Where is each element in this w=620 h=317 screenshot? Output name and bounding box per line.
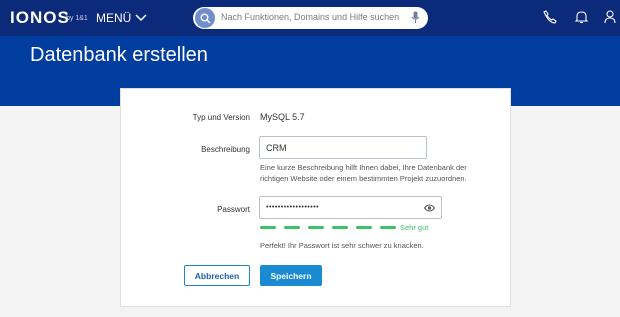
menu-button[interactable]: MENÜ (96, 11, 147, 25)
strength-segment (260, 226, 276, 229)
password-message: Perfekt! Ihr Passwort ist sehr schwer zu… (260, 241, 424, 250)
chevron-down-icon (135, 14, 147, 22)
password-strength-meter: Sehr gut (260, 223, 428, 232)
cancel-button[interactable]: Abbrechen (184, 265, 250, 286)
password-strength-label: Sehr gut (400, 223, 429, 232)
create-database-form: Typ und Version MySQL 5.7 Beschreibung C… (120, 88, 511, 307)
save-button[interactable]: Speichern (260, 265, 322, 286)
user-icon[interactable] (604, 10, 616, 24)
search-bar[interactable]: Nach Funktionen, Domains und Hilfe suche… (193, 7, 428, 29)
strength-segment (284, 226, 300, 229)
description-field[interactable]: CRM (259, 136, 427, 159)
ionos-logo[interactable]: IONOS (10, 8, 70, 28)
phone-icon[interactable] (543, 10, 557, 24)
password-field[interactable]: •••••••••••••••••• (259, 196, 442, 219)
search-icon[interactable] (195, 8, 215, 28)
strength-segment (332, 226, 348, 229)
strength-segment (356, 226, 372, 229)
strength-segment (308, 226, 324, 229)
page-title: Datenbank erstellen (30, 44, 208, 66)
description-hint: Eine kurze Beschreibung hilft Ihnen dabe… (260, 162, 467, 184)
top-navigation-bar: IONOS by 1&1 MENÜ Nach Funktionen, Domai… (0, 0, 620, 36)
microphone-icon[interactable] (411, 11, 420, 24)
description-hint-line-1: Eine kurze Beschreibung hilft Ihnen dabe… (260, 163, 467, 172)
search-input[interactable]: Nach Funktionen, Domains und Hilfe suche… (221, 12, 399, 22)
type-version-label: Typ und Version (192, 113, 250, 122)
description-value: CRM (266, 142, 287, 153)
eye-icon[interactable] (424, 204, 435, 212)
bell-icon[interactable] (575, 10, 588, 24)
description-hint-line-2: richtigen Website oder einem bestimmten … (260, 174, 467, 183)
strength-segment (380, 226, 396, 229)
logo-subtitle: by 1&1 (66, 15, 88, 22)
password-value: •••••••••••••••••• (266, 204, 320, 211)
menu-label: MENÜ (96, 11, 132, 25)
password-label: Passwort (217, 205, 250, 214)
description-label: Beschreibung (201, 145, 250, 154)
type-version-value: MySQL 5.7 (260, 112, 305, 122)
